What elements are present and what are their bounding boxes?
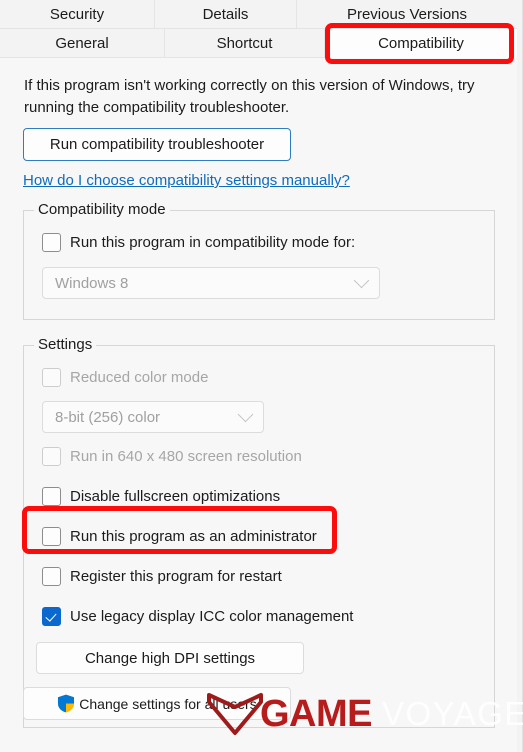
tab-previous-versions-label: Previous Versions xyxy=(346,5,468,23)
legacy-icc-color-management-label: Use legacy display ICC color management xyxy=(70,608,354,625)
tab-details-label: Details xyxy=(202,5,249,23)
chevron-down-icon xyxy=(353,272,370,288)
tab-shortcut[interactable]: Shortcut xyxy=(165,29,325,58)
tab-compatibility[interactable]: Compatibility xyxy=(325,29,517,58)
tab-details[interactable]: Details xyxy=(155,0,297,29)
change-settings-for-all-users-button[interactable]: Change settings for all users xyxy=(23,687,291,720)
tab-strip: Security Details Previous Versions Gener… xyxy=(0,0,517,58)
legacy-icc-color-management-checkbox[interactable]: Use legacy display ICC color management xyxy=(42,607,353,626)
intro-text: If this program isn't working correctly … xyxy=(24,77,475,116)
tab-security-label: Security xyxy=(49,5,105,23)
uac-shield-icon xyxy=(58,694,75,713)
checkbox-box[interactable] xyxy=(42,607,61,626)
run-in-640x480-checkbox[interactable]: Run in 640 x 480 screen resolution xyxy=(42,447,302,466)
settings-legend: Settings xyxy=(34,336,97,353)
chevron-down-icon xyxy=(237,406,254,422)
checkbox-box[interactable] xyxy=(42,233,61,252)
compatibility-panel: If this program isn't working correctly … xyxy=(0,58,517,752)
compatibility-os-value: Windows 8 xyxy=(55,274,129,292)
tab-general[interactable]: General xyxy=(0,29,165,58)
settings-group: Settings Reduced color mode 8-bit (256) … xyxy=(23,336,495,728)
properties-dialog: Security Details Previous Versions Gener… xyxy=(0,0,523,752)
reduced-color-mode-checkbox[interactable]: Reduced color mode xyxy=(42,368,208,387)
change-high-dpi-settings-label: Change high DPI settings xyxy=(84,649,256,667)
run-compatibility-troubleshooter-label: Run compatibility troubleshooter xyxy=(49,136,265,153)
disable-fullscreen-optimizations-label: Disable fullscreen optimizations xyxy=(70,488,281,505)
reduced-color-mode-label: Reduced color mode xyxy=(70,369,209,386)
checkbox-box[interactable] xyxy=(42,527,61,546)
tab-compatibility-label: Compatibility xyxy=(378,34,464,52)
tab-row-2: General Shortcut Compatibility xyxy=(0,29,517,58)
run-in-compatibility-mode-checkbox[interactable]: Run this program in compatibility mode f… xyxy=(42,233,355,252)
color-depth-value: 8-bit (256) color xyxy=(55,408,161,426)
tab-row-1: Security Details Previous Versions xyxy=(0,0,517,29)
compatibility-os-dropdown[interactable]: Windows 8 xyxy=(42,267,380,299)
register-for-restart-checkbox[interactable]: Register this program for restart xyxy=(42,567,282,586)
checkbox-box[interactable] xyxy=(42,447,61,466)
change-high-dpi-settings-button[interactable]: Change high DPI settings xyxy=(36,642,304,674)
checkbox-box[interactable] xyxy=(42,368,61,387)
compatibility-mode-group: Compatibility mode Run this program in c… xyxy=(23,201,495,320)
tab-shortcut-label: Shortcut xyxy=(216,34,273,52)
color-depth-dropdown[interactable]: 8-bit (256) color xyxy=(42,401,264,433)
checkbox-box[interactable] xyxy=(42,487,61,506)
checkbox-box[interactable] xyxy=(42,567,61,586)
run-in-640x480-label: Run in 640 x 480 screen resolution xyxy=(70,448,302,465)
run-in-compatibility-mode-label: Run this program in compatibility mode f… xyxy=(70,234,356,251)
run-as-administrator-label: Run this program as an administrator xyxy=(70,528,317,545)
tab-security[interactable]: Security xyxy=(0,0,155,29)
tab-general-label: General xyxy=(55,34,109,52)
run-compatibility-troubleshooter-button[interactable]: Run compatibility troubleshooter xyxy=(23,128,291,161)
tab-previous-versions[interactable]: Previous Versions xyxy=(297,0,517,29)
change-settings-for-all-users-label: Change settings for all users xyxy=(79,695,257,712)
compatibility-settings-help-link[interactable]: How do I choose compatibility settings m… xyxy=(23,172,350,189)
register-for-restart-label: Register this program for restart xyxy=(70,568,282,585)
disable-fullscreen-optimizations-checkbox[interactable]: Disable fullscreen optimizations xyxy=(42,487,280,506)
compatibility-mode-legend: Compatibility mode xyxy=(34,201,170,218)
run-as-administrator-checkbox[interactable]: Run this program as an administrator xyxy=(42,527,317,546)
